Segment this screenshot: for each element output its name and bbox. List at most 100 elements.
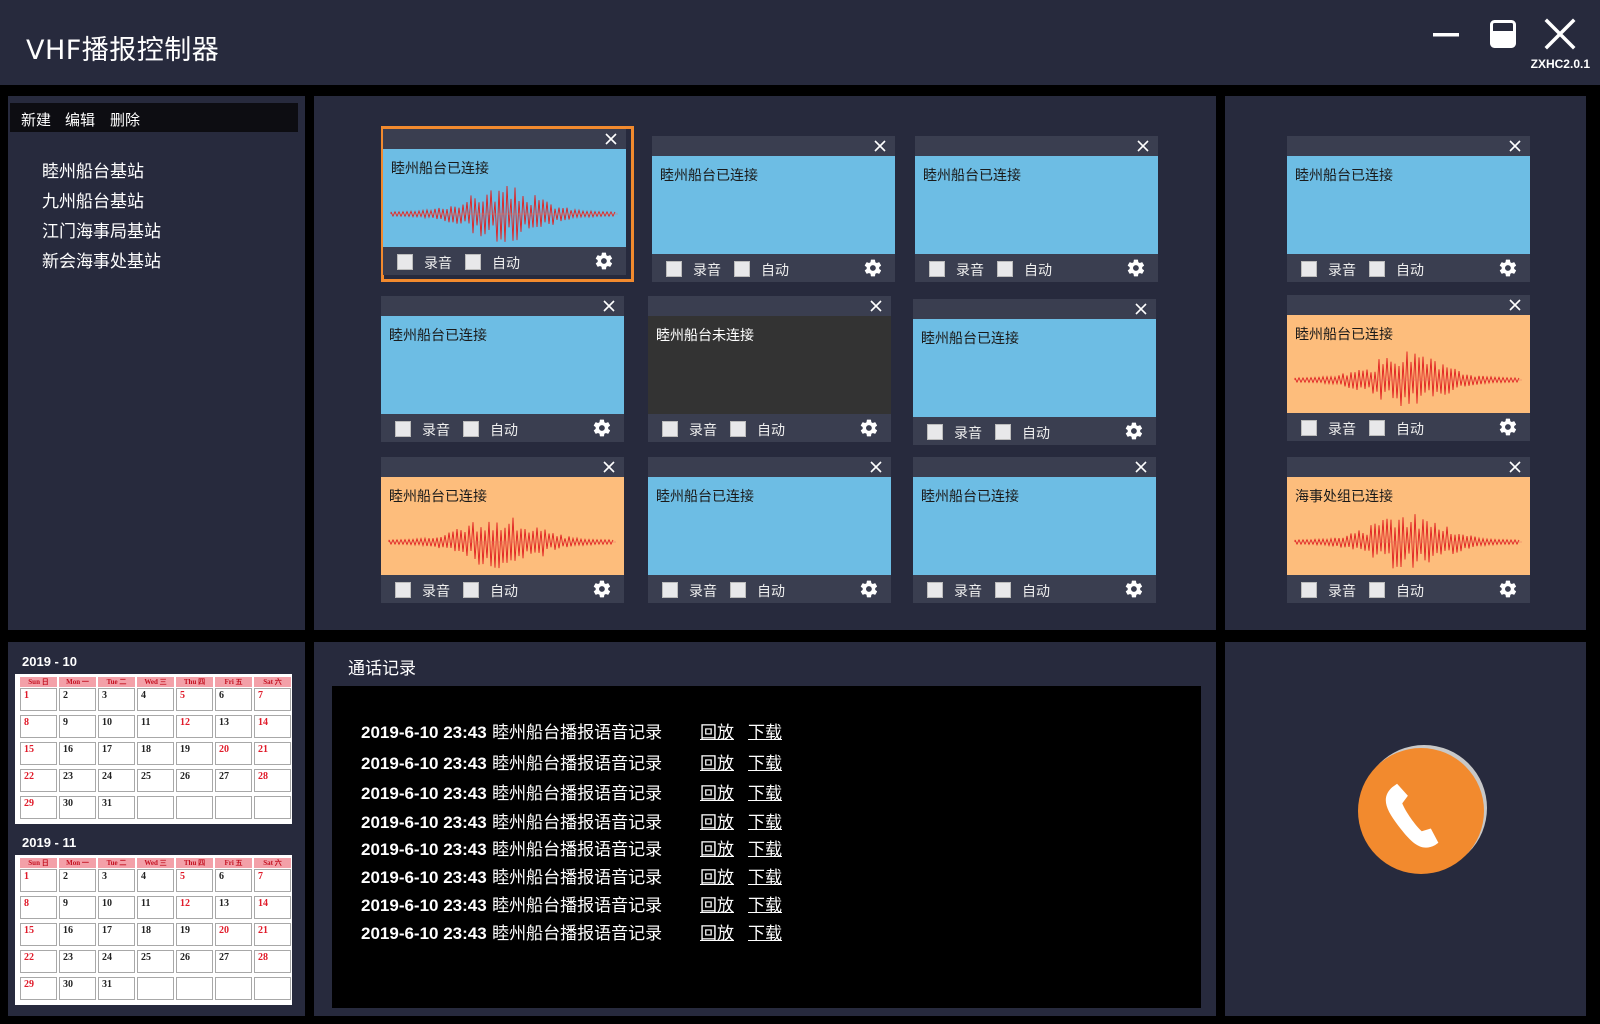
- calendar-day[interactable]: 25: [137, 950, 174, 973]
- calendar-day[interactable]: 31: [98, 977, 135, 1000]
- record-checkbox[interactable]: [397, 254, 413, 270]
- calendar-day[interactable]: 22: [20, 769, 57, 792]
- calendar-day[interactable]: [254, 977, 291, 1000]
- calendar-day[interactable]: 3: [98, 869, 135, 892]
- calendar-day[interactable]: 8: [20, 715, 57, 738]
- channel-card[interactable]: 睦州船台未连接 录音 自动: [648, 296, 891, 442]
- calendar-day[interactable]: 7: [254, 688, 291, 711]
- channel-card[interactable]: 睦州船台已连接 录音 自动: [1287, 136, 1530, 282]
- calendar-day[interactable]: [137, 977, 174, 1000]
- channel-card[interactable]: 睦州船台已连接 录音 自动: [913, 299, 1156, 445]
- auto-checkbox[interactable]: [465, 254, 481, 270]
- record-checkbox[interactable]: [929, 261, 945, 277]
- record-checkbox[interactable]: [1301, 582, 1317, 598]
- calendar-day[interactable]: 27: [215, 769, 252, 792]
- calendar-day[interactable]: [254, 796, 291, 819]
- close-icon[interactable]: [1134, 302, 1148, 316]
- calendar-day[interactable]: 2: [59, 688, 96, 711]
- download-link[interactable]: 下载: [748, 718, 782, 743]
- download-link[interactable]: 下载: [748, 808, 782, 833]
- calendar-day[interactable]: 2: [59, 869, 96, 892]
- minimize-icon[interactable]: [1426, 14, 1466, 54]
- calendar-day[interactable]: 6: [215, 688, 252, 711]
- calendar-day[interactable]: 17: [98, 923, 135, 946]
- calendar-day[interactable]: 4: [137, 869, 174, 892]
- channel-card[interactable]: 海事处组已连接 录音 自动: [1287, 457, 1530, 603]
- calendar-day[interactable]: 5: [176, 688, 213, 711]
- playback-link[interactable]: 回放: [700, 863, 734, 888]
- auto-checkbox[interactable]: [730, 582, 746, 598]
- calendar-day[interactable]: 19: [176, 923, 213, 946]
- close-icon[interactable]: [869, 460, 883, 474]
- playback-link[interactable]: 回放: [700, 808, 734, 833]
- call-button[interactable]: [1356, 745, 1487, 876]
- station-item[interactable]: 江门海事局基站: [42, 217, 161, 242]
- calendar-day[interactable]: 23: [59, 769, 96, 792]
- gear-icon[interactable]: [1124, 579, 1144, 599]
- calendar-day[interactable]: 26: [176, 950, 213, 973]
- gear-icon[interactable]: [1498, 417, 1518, 437]
- calendar-day[interactable]: 11: [137, 715, 174, 738]
- station-item[interactable]: 九州船台基站: [42, 187, 144, 212]
- calendar-day[interactable]: 28: [254, 769, 291, 792]
- calendar-day[interactable]: 12: [176, 896, 213, 919]
- download-link[interactable]: 下载: [748, 919, 782, 944]
- close-icon[interactable]: [1508, 139, 1522, 153]
- calendar-day[interactable]: 29: [20, 796, 57, 819]
- calendar-day[interactable]: [215, 977, 252, 1000]
- auto-checkbox[interactable]: [463, 421, 479, 437]
- record-checkbox[interactable]: [1301, 261, 1317, 277]
- calendar-day[interactable]: 14: [254, 715, 291, 738]
- auto-checkbox[interactable]: [463, 582, 479, 598]
- calendar-day[interactable]: 19: [176, 742, 213, 765]
- gear-icon[interactable]: [592, 418, 612, 438]
- restore-icon[interactable]: [1483, 14, 1523, 54]
- calendar-day[interactable]: 26: [176, 769, 213, 792]
- channel-card[interactable]: 睦州船台已连接 录音 自动: [381, 296, 624, 442]
- channel-card[interactable]: 睦州船台已连接 录音 自动: [381, 457, 624, 603]
- close-icon[interactable]: [602, 299, 616, 313]
- calendar-day[interactable]: 16: [59, 923, 96, 946]
- calendar-day[interactable]: 31: [98, 796, 135, 819]
- calendar-day[interactable]: 24: [98, 769, 135, 792]
- calendar-day[interactable]: 17: [98, 742, 135, 765]
- calendar-day[interactable]: 5: [176, 869, 213, 892]
- calendar-day[interactable]: 21: [254, 923, 291, 946]
- channel-card[interactable]: 睦州船台已连接 录音 自动: [648, 457, 891, 603]
- calendar-day[interactable]: 1: [20, 869, 57, 892]
- calendar-day[interactable]: 1: [20, 688, 57, 711]
- calendar-day[interactable]: 15: [20, 923, 57, 946]
- auto-checkbox[interactable]: [995, 424, 1011, 440]
- calendar-day[interactable]: 21: [254, 742, 291, 765]
- delete-button[interactable]: 删除: [110, 109, 140, 130]
- download-link[interactable]: 下载: [748, 749, 782, 774]
- calendar-day[interactable]: [137, 796, 174, 819]
- gear-icon[interactable]: [863, 258, 883, 278]
- channel-card[interactable]: 睦州船台已连接 录音 自动: [652, 136, 895, 282]
- auto-checkbox[interactable]: [730, 421, 746, 437]
- new-button[interactable]: 新建: [21, 109, 51, 130]
- auto-checkbox[interactable]: [1369, 420, 1385, 436]
- record-checkbox[interactable]: [395, 582, 411, 598]
- playback-link[interactable]: 回放: [700, 779, 734, 804]
- close-icon[interactable]: [873, 139, 887, 153]
- auto-checkbox[interactable]: [1369, 582, 1385, 598]
- calendar-day[interactable]: 20: [215, 742, 252, 765]
- calendar-day[interactable]: 30: [59, 796, 96, 819]
- calendar-day[interactable]: 28: [254, 950, 291, 973]
- calendar-day[interactable]: 16: [59, 742, 96, 765]
- calendar-day[interactable]: 27: [215, 950, 252, 973]
- record-checkbox[interactable]: [662, 421, 678, 437]
- calendar-day[interactable]: 14: [254, 896, 291, 919]
- calendar-day[interactable]: 15: [20, 742, 57, 765]
- download-link[interactable]: 下载: [748, 835, 782, 860]
- auto-checkbox[interactable]: [1369, 261, 1385, 277]
- calendar-day[interactable]: 30: [59, 977, 96, 1000]
- record-checkbox[interactable]: [927, 582, 943, 598]
- channel-card[interactable]: 睦州船台已连接 录音 自动: [383, 129, 626, 275]
- calendar-day[interactable]: 8: [20, 896, 57, 919]
- calendar-day[interactable]: 25: [137, 769, 174, 792]
- gear-icon[interactable]: [859, 579, 879, 599]
- calendar-day[interactable]: [176, 796, 213, 819]
- gear-icon[interactable]: [1126, 258, 1146, 278]
